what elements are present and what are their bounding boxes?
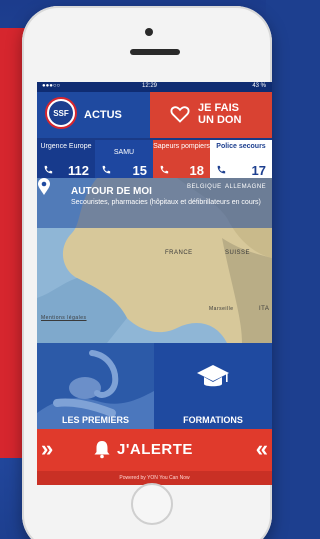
call-label: Urgence Europe [40, 143, 92, 150]
actus-label: ACTUS [84, 109, 122, 121]
call-label: SAMU [113, 149, 135, 156]
app-screen: ●●●○○ 12:29 43 % SSF ACTUS JE FAIS UN DO… [37, 82, 272, 485]
phone-icon [217, 165, 226, 174]
battery-level: 43 % [252, 83, 266, 89]
phone-icon [102, 165, 111, 174]
phone-icon [44, 165, 53, 174]
map-label-belgique: BELGIQUE [187, 184, 222, 190]
call-pompiers[interactable]: Sapeurs pompiers 18 [153, 140, 210, 178]
map-label-marseille: Marseille [209, 306, 234, 312]
map-label-allemagne: ALLEMAGNE [225, 184, 267, 190]
actus-button[interactable]: SSF ACTUS [37, 92, 150, 138]
call-number: 18 [189, 162, 204, 178]
call-samu[interactable]: SAMU 15 [95, 140, 153, 178]
ssf-logo-text: SSF [49, 101, 73, 125]
call-urgence-europe[interactable]: Urgence Europe 112 [37, 140, 95, 178]
map-label-ita: ITA [259, 306, 270, 312]
autour-de-moi-map[interactable]: AUTOUR DE MOI Secouristes, pharmacies (h… [37, 178, 272, 343]
home-button[interactable] [131, 483, 173, 525]
alert-button[interactable]: » J'ALERTE « [37, 429, 272, 471]
status-time: 12:29 [142, 83, 158, 89]
map-title: AUTOUR DE MOI [71, 186, 152, 197]
call-label: Sapeurs pompiers [153, 143, 210, 150]
call-label: Police secours [216, 143, 266, 150]
premiers-secours-tile[interactable]: LES PREMIERS [37, 343, 154, 429]
don-label-line2: UN DON [198, 114, 242, 126]
tile-title-right: FORMATIONS [183, 415, 243, 425]
map-label-france: FRANCE [165, 250, 193, 256]
graduation-cap-icon [197, 365, 229, 387]
alert-label: J'ALERTE [117, 441, 193, 458]
ssf-logo: SSF [45, 97, 77, 129]
don-label: JE FAIS UN DON [198, 102, 241, 126]
earpiece-speaker [130, 49, 180, 55]
formations-tile[interactable]: FORMATIONS [154, 343, 272, 429]
front-camera [145, 28, 153, 36]
location-pin-icon [38, 178, 50, 195]
legal-notice-link[interactable]: Mentions légales [41, 315, 87, 321]
don-button[interactable]: JE FAIS UN DON [150, 92, 272, 138]
tile-title-left: LES PREMIERS [61, 415, 129, 425]
alarm-bell-icon [94, 441, 110, 459]
phone-frame: ●●●○○ 12:29 43 % SSF ACTUS JE FAIS UN DO… [22, 6, 272, 539]
call-number: 15 [132, 162, 147, 178]
map-label-suisse: SUISSE [225, 250, 251, 256]
status-bar: ●●●○○ 12:29 43 % [37, 82, 272, 92]
call-number: 112 [68, 162, 89, 178]
call-number: 17 [251, 162, 266, 178]
chevron-left-icon: « [255, 436, 268, 461]
heart-icon [170, 106, 190, 123]
phone-icon [160, 165, 169, 174]
call-police[interactable]: Police secours 17 [210, 140, 272, 178]
map-subtitle: Secouristes, pharmacies (hôpitaux et déf… [71, 199, 261, 206]
carrier-signal: ●●●○○ [42, 83, 61, 89]
don-label-line1: JE FAIS [198, 102, 239, 114]
chevron-right-icon: » [41, 436, 54, 461]
